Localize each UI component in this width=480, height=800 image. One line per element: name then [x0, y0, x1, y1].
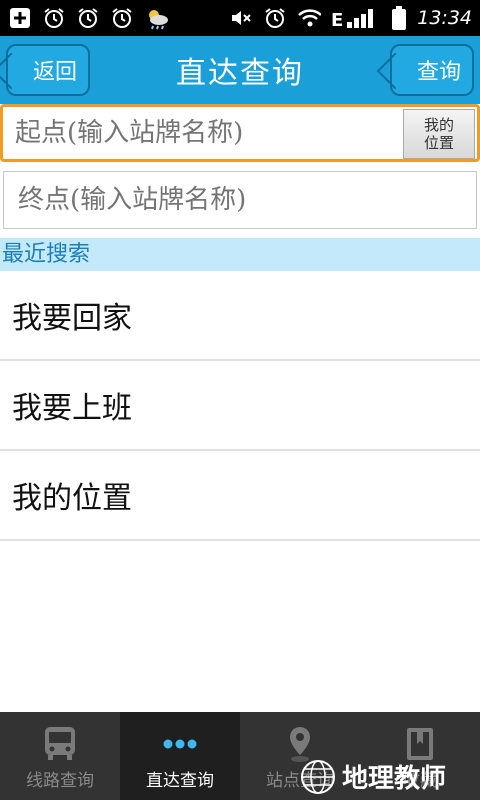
- title-bar: 返回 直达查询 查询: [0, 36, 480, 104]
- end-field-container: [3, 171, 477, 229]
- mute-icon: [229, 6, 253, 30]
- list-item-label: 我要上班: [12, 391, 132, 426]
- back-button-label: 返回: [32, 60, 77, 85]
- tab-direct-query[interactable]: 直达查询: [120, 712, 240, 800]
- my-location-label-line1: 我的: [423, 116, 454, 134]
- globe-icon: [301, 759, 335, 794]
- watermark-text: 地理教师: [342, 764, 447, 794]
- alarm-icon: [42, 6, 66, 30]
- my-location-button[interactable]: 我的 位置: [403, 109, 475, 159]
- end-input[interactable]: [4, 172, 476, 228]
- wifi-icon: [297, 6, 322, 30]
- alarm-icon: [263, 6, 287, 30]
- list-item[interactable]: 我要回家: [0, 271, 480, 361]
- signal-icon: E: [331, 6, 381, 30]
- tab-route-query[interactable]: 线路查询: [0, 712, 120, 800]
- recent-searches-list: 我要回家 我要上班 我的位置: [0, 271, 480, 541]
- tab-label: 线路查询: [26, 770, 94, 791]
- query-button-label: 查询: [416, 60, 461, 85]
- battery-icon: [391, 6, 407, 30]
- tab-label: 直达查询: [146, 770, 214, 791]
- recent-searches-header: 最近搜索: [0, 238, 480, 271]
- clock: 13:34: [417, 7, 472, 29]
- page-title: 直达查询: [176, 56, 304, 91]
- add-notification-icon: [8, 6, 32, 30]
- dots-icon: [163, 739, 197, 748]
- query-button[interactable]: 查询: [390, 44, 474, 96]
- alarm-icon: [110, 6, 134, 30]
- watermark: 地理教师: [300, 758, 446, 795]
- svg-text:E: E: [331, 10, 343, 29]
- alarm-icon: [76, 6, 100, 30]
- list-item-label: 我要回家: [12, 301, 132, 336]
- my-location-label-line2: 位置: [423, 134, 454, 152]
- list-item-label: 我的位置: [12, 481, 132, 516]
- weather-icon: [144, 6, 168, 30]
- start-input[interactable]: [3, 107, 403, 159]
- list-item[interactable]: 我的位置: [0, 451, 480, 541]
- bus-icon: [45, 726, 75, 760]
- list-item[interactable]: 我要上班: [0, 361, 480, 451]
- back-button[interactable]: 返回: [6, 44, 90, 96]
- status-bar: E 13:34: [0, 0, 480, 36]
- start-field-container: 我的 位置: [0, 104, 480, 162]
